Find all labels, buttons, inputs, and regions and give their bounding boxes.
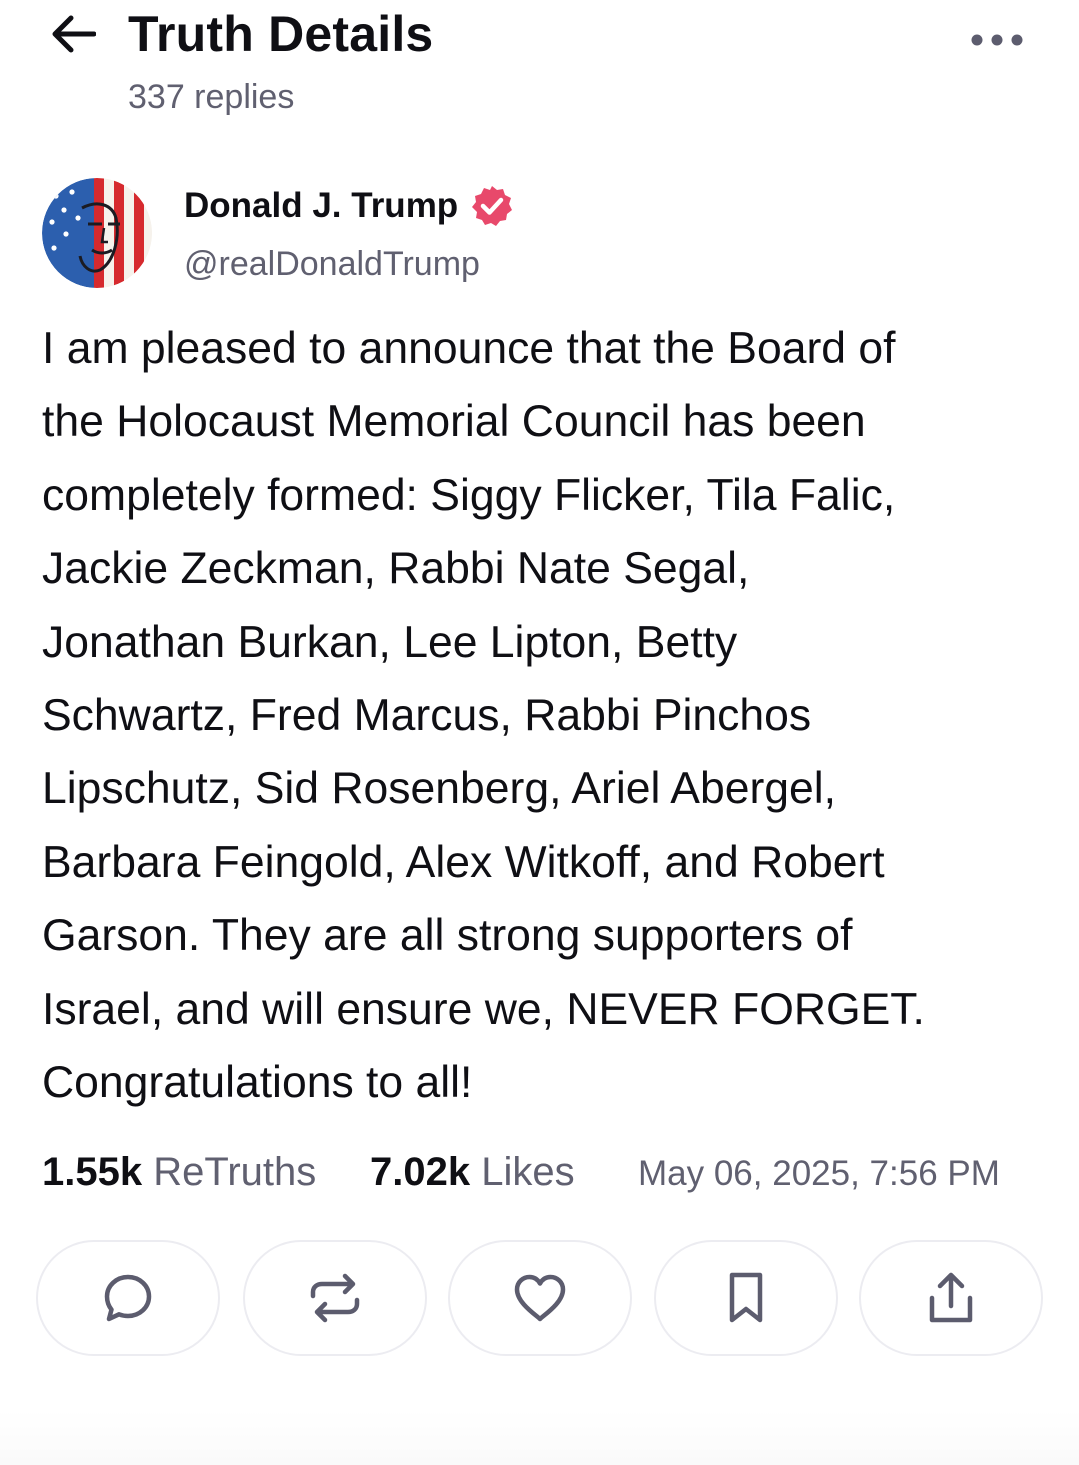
post-body-line: Lipschutz, Sid Rosenberg, Ariel Abergel, [42, 764, 837, 814]
post-body-line: Schwartz, Fred Marcus, Rabbi Pinchos [42, 691, 812, 741]
avatar-image [42, 178, 152, 288]
retruths-count: 1.55k [42, 1150, 143, 1194]
bookmark-button[interactable] [654, 1240, 838, 1356]
post-stats: 1.55k ReTruths 7.02k Likes May 06, 2025,… [42, 1142, 1042, 1202]
bookmark-icon [729, 1272, 763, 1323]
post-body: I am pleased to announce that the Board … [42, 312, 1032, 1119]
arrow-left-icon [52, 15, 96, 53]
likes-stat[interactable]: 7.02k Likes [370, 1142, 575, 1202]
post-actions [36, 1240, 1046, 1356]
post-body-line: I am pleased to announce that the Board … [42, 324, 896, 373]
post-timestamp: May 06, 2025, 7:56 PM [638, 1154, 1000, 1193]
repost-arrows-icon [310, 1273, 360, 1323]
post-body-line: completely formed: Siggy Flicker, Tila F… [42, 470, 896, 520]
retruths-label: ReTruths [153, 1150, 317, 1194]
avatar[interactable] [42, 178, 152, 288]
verified-badge-icon [470, 184, 514, 228]
post-body-line: Garson. They are all strong supporters o… [42, 911, 853, 961]
likes-count: 7.02k [370, 1150, 471, 1194]
like-button[interactable] [448, 1240, 632, 1356]
reply-button[interactable] [36, 1240, 220, 1356]
retruths-stat[interactable]: 1.55k ReTruths [42, 1142, 316, 1202]
heart-icon [514, 1274, 566, 1322]
ellipsis-horizontal-icon [971, 34, 1023, 46]
comment-bubble-icon [104, 1274, 152, 1322]
page-title: Truth Details [128, 6, 434, 62]
post-body-line: Barbara Feingold, Alex Witkoff, and Robe… [42, 837, 885, 887]
top-bar: Truth Details 337 replies [0, 0, 1079, 130]
author-handle[interactable]: @realDonaldTrump [184, 242, 480, 286]
post-body-line: the Holocaust Memorial Council has been [42, 397, 866, 447]
likes-label: Likes [481, 1150, 575, 1194]
share-upload-icon [929, 1272, 973, 1323]
post-body-line: Jackie Zeckman, Rabbi Nate Segal, [42, 544, 750, 594]
author-name[interactable]: Donald J. Trump [184, 182, 514, 230]
more-options-button[interactable] [962, 18, 1032, 62]
share-button[interactable] [859, 1240, 1043, 1356]
author-name-text: Donald J. Trump [184, 186, 459, 225]
back-button[interactable] [44, 8, 102, 60]
post-body-line: Israel, and will ensure we, NEVER FORGET… [42, 984, 925, 1034]
post-body-line: Jonathan Burkan, Lee Lipton, Betty [42, 617, 738, 667]
retruth-button[interactable] [243, 1240, 427, 1356]
replies-count: 337 replies [128, 78, 295, 116]
post-body-line: Congratulations to all! [42, 1058, 473, 1108]
bottom-divider-area [0, 1410, 1079, 1465]
